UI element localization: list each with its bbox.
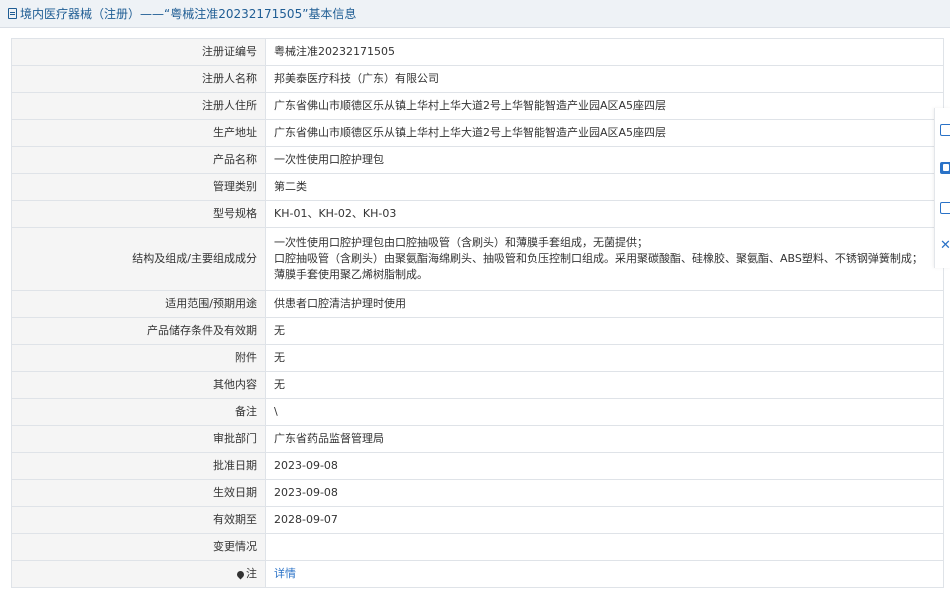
field-label: 有效期至 xyxy=(11,506,266,534)
value-line: 口腔抽吸管（含刷头）由聚氨酯海绵刷头、抽吸管和负压控制口组成。采用聚碳酸酯、硅橡… xyxy=(274,252,923,265)
field-label: 结构及组成/主要组成成分 xyxy=(11,227,266,291)
field-value: 无 xyxy=(265,317,944,345)
field-value: 2023-09-08 xyxy=(265,479,944,507)
field-value: KH-01、KH-02、KH-03 xyxy=(265,200,944,228)
field-label: 管理类别 xyxy=(11,173,266,201)
field-value: \ xyxy=(265,398,944,426)
table-row: 其他内容 无 xyxy=(11,371,944,399)
table-row: 变更情况 xyxy=(11,533,944,561)
field-value: 一次性使用口腔护理包由口腔抽吸管（含刷头）和薄膜手套组成，无菌提供； 口腔抽吸管… xyxy=(265,227,944,291)
field-value: 广东省佛山市顺德区乐从镇上华村上华大道2号上华智能智造产业园A区A5座四层 xyxy=(265,119,944,147)
table-row: 注册人名称 邦美泰医疗科技（广东）有限公司 xyxy=(11,65,944,93)
details-link[interactable]: 详情 xyxy=(274,567,296,580)
table-row: 生产地址 广东省佛山市顺德区乐从镇上华村上华大道2号上华智能智造产业园A区A5座… xyxy=(11,119,944,147)
page-header: 境内医疗器械（注册）——“粤械注准20232171505”基本信息 xyxy=(0,0,950,28)
pdf-icon[interactable] xyxy=(940,162,950,174)
field-value: 无 xyxy=(265,371,944,399)
field-value: 详情 xyxy=(265,560,944,588)
table-row: 注册证编号 粤械注准20232171505 xyxy=(11,38,944,66)
field-label: 备注 xyxy=(11,398,266,426)
table-row: 批准日期 2023-09-08 xyxy=(11,452,944,480)
field-value: 无 xyxy=(265,344,944,372)
field-label: 注册人住所 xyxy=(11,92,266,120)
field-value xyxy=(265,533,944,561)
field-value: 供患者口腔清洁护理时使用 xyxy=(265,290,944,318)
close-icon[interactable]: ✕ xyxy=(940,239,950,252)
field-label: 产品名称 xyxy=(11,146,266,174)
field-label: 型号规格 xyxy=(11,200,266,228)
table-row: 产品名称 一次性使用口腔护理包 xyxy=(11,146,944,174)
field-value: 广东省佛山市顺德区乐从镇上华村上华大道2号上华智能智造产业园A区A5座四层 xyxy=(265,92,944,120)
field-label: 生效日期 xyxy=(11,479,266,507)
field-value: 粤械注准20232171505 xyxy=(265,38,944,66)
field-label: 注册人名称 xyxy=(11,65,266,93)
document-icon xyxy=(8,8,17,19)
field-label: 注册证编号 xyxy=(11,38,266,66)
side-toolbar: ✕ xyxy=(934,108,950,268)
field-value: 2023-09-08 xyxy=(265,452,944,480)
table-row: 注册人住所 广东省佛山市顺德区乐从镇上华村上华大道2号上华智能智造产业园A区A5… xyxy=(11,92,944,120)
field-label: 产品储存条件及有效期 xyxy=(11,317,266,345)
value-line: 一次性使用口腔护理包由口腔抽吸管（含刷头）和薄膜手套组成，无菌提供； xyxy=(274,236,648,249)
field-label: 注 xyxy=(246,567,257,580)
table-row: 备注 \ xyxy=(11,398,944,426)
field-value: 第二类 xyxy=(265,173,944,201)
field-label: 生产地址 xyxy=(11,119,266,147)
field-label: 批准日期 xyxy=(11,452,266,480)
field-value: 一次性使用口腔护理包 xyxy=(265,146,944,174)
table-row: 管理类别 第二类 xyxy=(11,173,944,201)
field-label: 变更情况 xyxy=(11,533,266,561)
field-label: 适用范围/预期用途 xyxy=(11,290,266,318)
info-table: 注册证编号 粤械注准20232171505 注册人名称 邦美泰医疗科技（广东）有… xyxy=(11,38,944,588)
page-title: 境内医疗器械（注册）——“粤械注准20232171505”基本信息 xyxy=(20,7,357,21)
value-line: 薄膜手套使用聚乙烯树脂制成。 xyxy=(274,268,428,281)
table-row: 附件 无 xyxy=(11,344,944,372)
copy-icon[interactable] xyxy=(940,202,950,214)
table-row: 审批部门 广东省药品监督管理局 xyxy=(11,425,944,453)
field-value: 广东省药品监督管理局 xyxy=(265,425,944,453)
edit-icon[interactable] xyxy=(940,124,950,136)
field-label: 其他内容 xyxy=(11,371,266,399)
table-row: 有效期至 2028-09-07 xyxy=(11,506,944,534)
field-label: 审批部门 xyxy=(11,425,266,453)
pin-icon xyxy=(235,569,246,579)
table-row: 产品储存条件及有效期 无 xyxy=(11,317,944,345)
field-value: 2028-09-07 xyxy=(265,506,944,534)
field-value: 邦美泰医疗科技（广东）有限公司 xyxy=(265,65,944,93)
field-label: 附件 xyxy=(11,344,266,372)
table-row: 型号规格 KH-01、KH-02、KH-03 xyxy=(11,200,944,228)
table-row: 注 详情 xyxy=(11,560,944,588)
table-row: 生效日期 2023-09-08 xyxy=(11,479,944,507)
note-label: 注 xyxy=(11,560,266,588)
table-row: 结构及组成/主要组成成分 一次性使用口腔护理包由口腔抽吸管（含刷头）和薄膜手套组… xyxy=(11,227,944,291)
table-row: 适用范围/预期用途 供患者口腔清洁护理时使用 xyxy=(11,290,944,318)
